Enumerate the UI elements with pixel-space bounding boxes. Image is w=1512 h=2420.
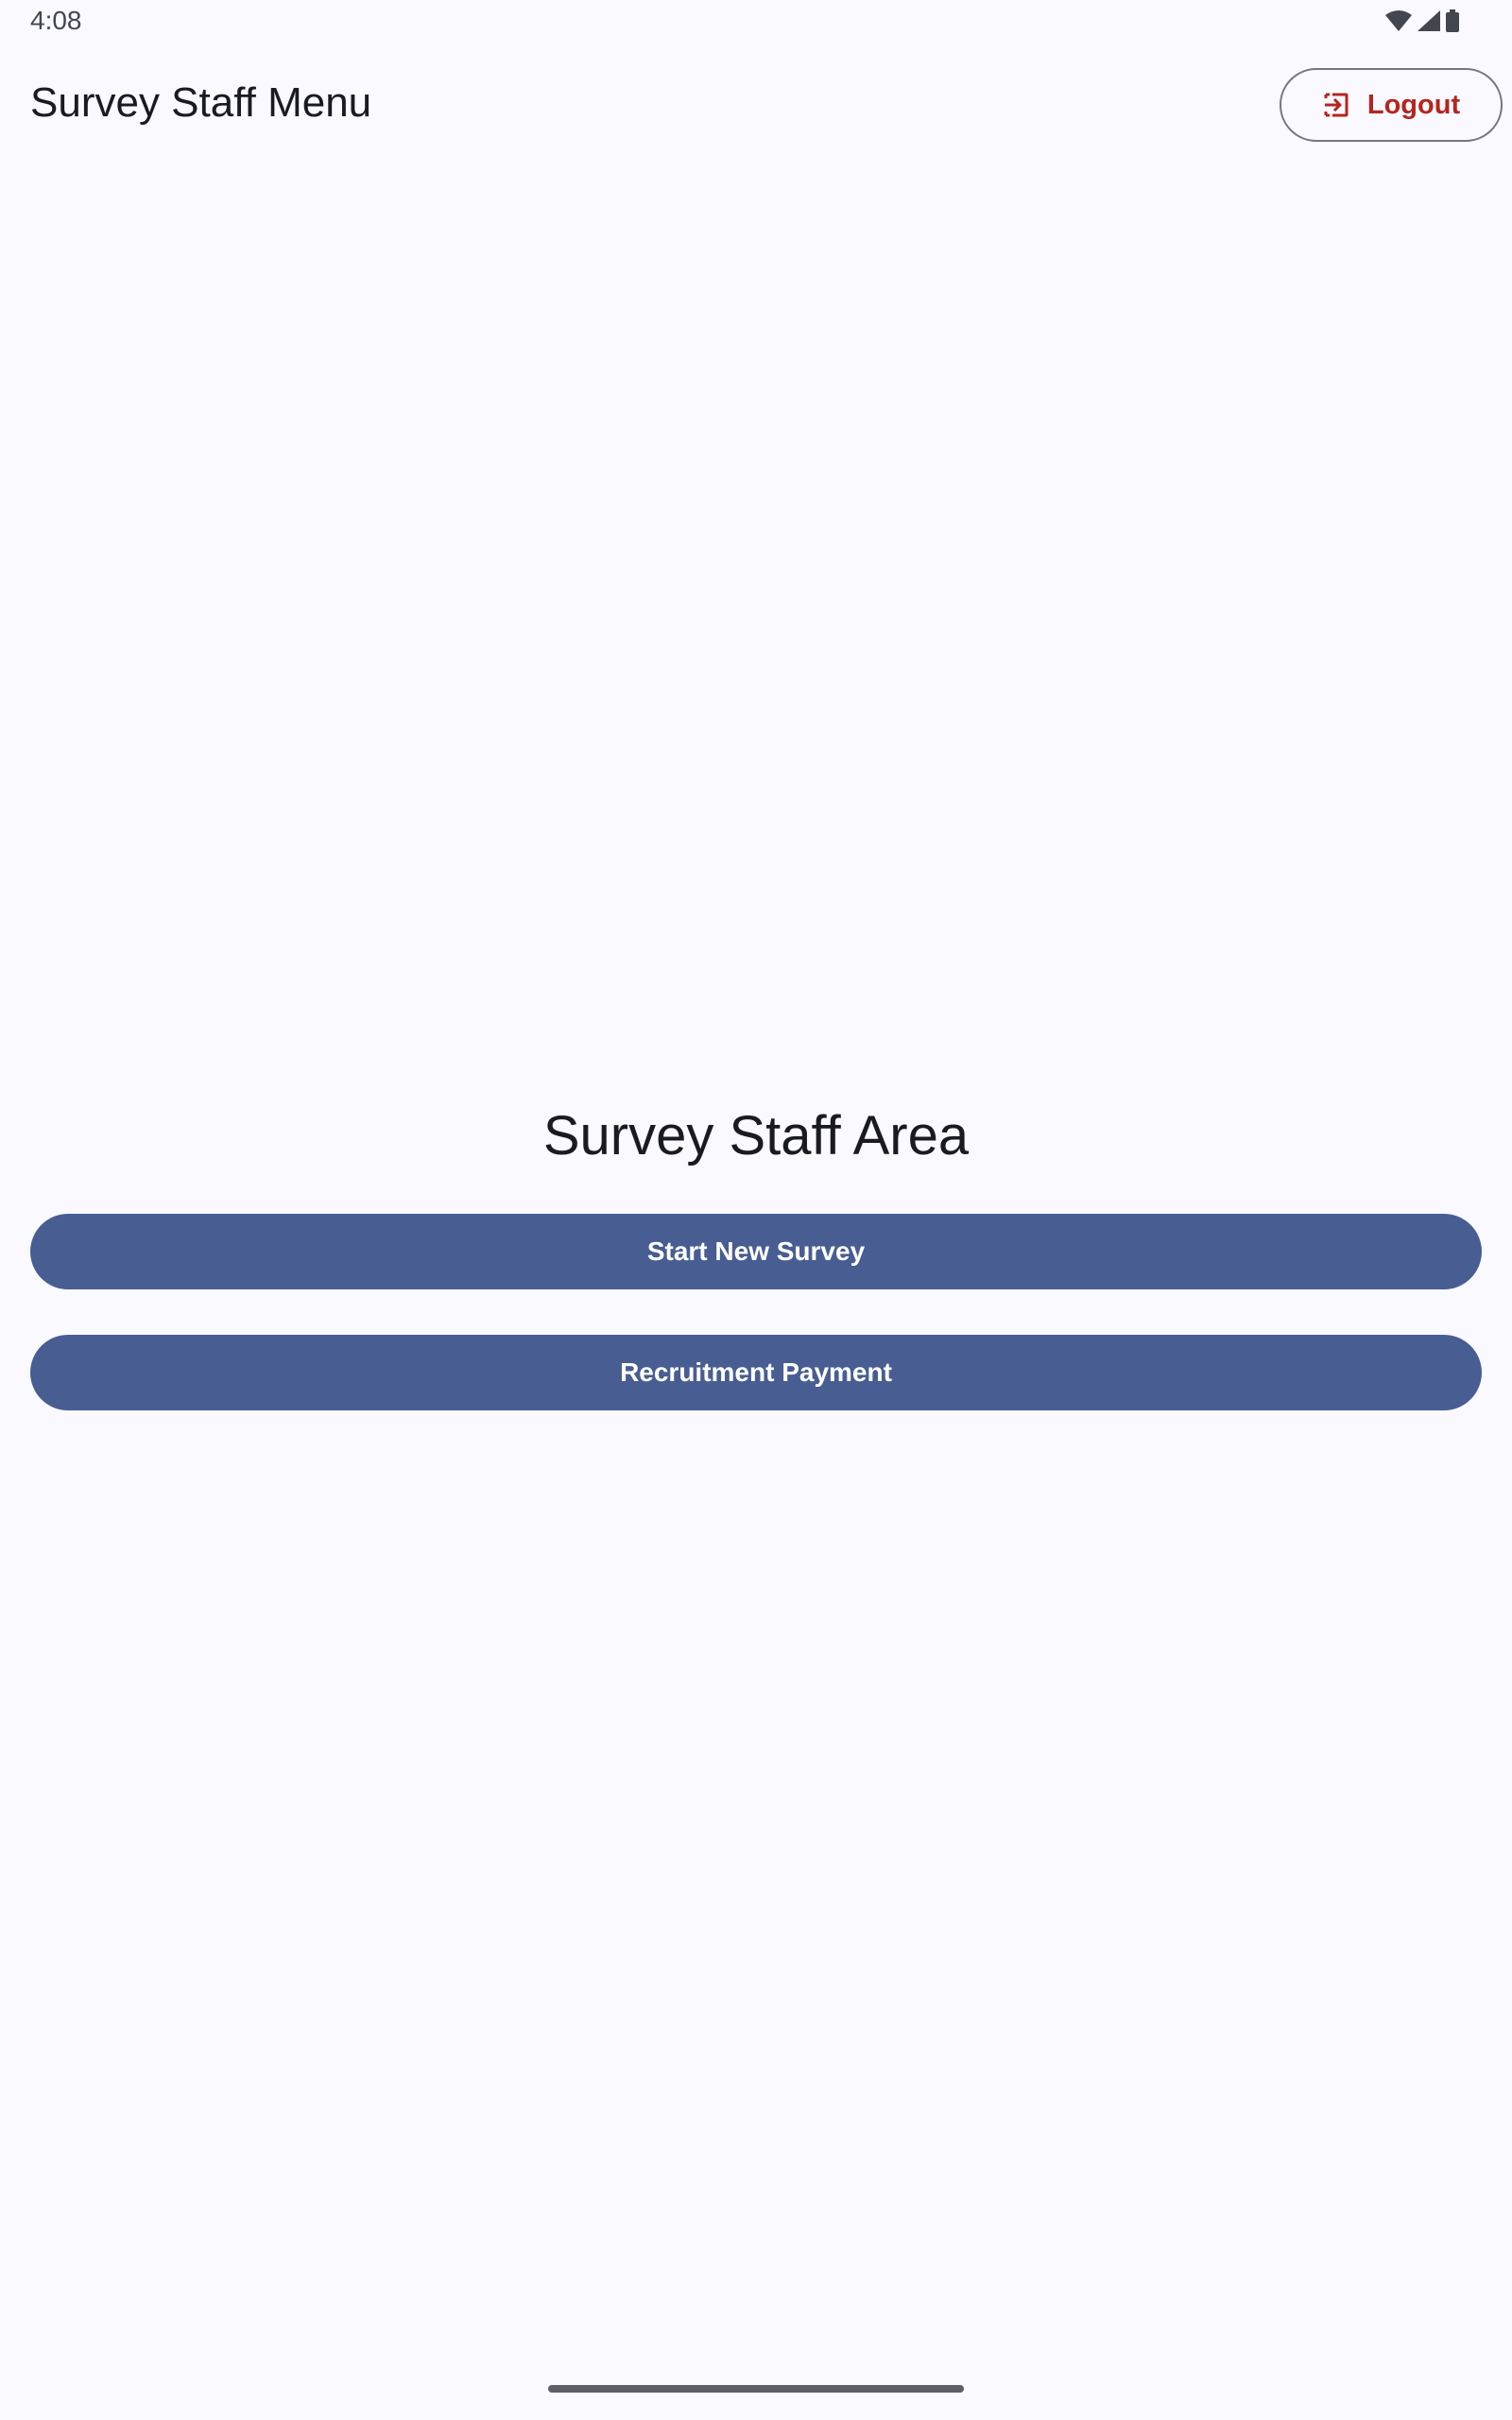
page-title: Survey Staff Menu [30, 79, 372, 126]
section-heading: Survey Staff Area [542, 1105, 970, 1167]
logout-button[interactable]: Logout [1280, 68, 1503, 142]
status-bar: 4:08 [0, 0, 1512, 45]
status-icons [1385, 9, 1459, 32]
cell-signal-icon [1418, 10, 1440, 31]
recruitment-payment-button[interactable]: Recruitment Payment [30, 1335, 1482, 1410]
status-time: 4:08 [30, 6, 82, 35]
logout-label: Logout [1366, 89, 1461, 120]
logout-icon [1322, 91, 1350, 119]
top-app-bar: Survey Staff Menu Logout [0, 66, 1512, 146]
home-indicator[interactable] [548, 2385, 964, 2393]
wifi-icon [1385, 10, 1412, 31]
start-new-survey-button[interactable]: Start New Survey [30, 1214, 1482, 1289]
battery-icon [1446, 9, 1459, 32]
